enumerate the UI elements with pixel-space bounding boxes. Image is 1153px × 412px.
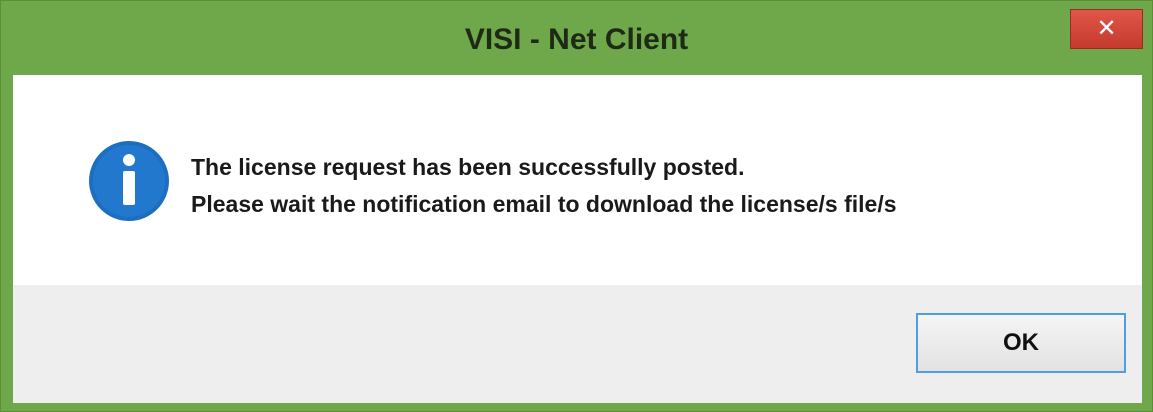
title-bar[interactable]: VISI - Net Client ✕	[1, 1, 1152, 75]
message-area: The license request has been successfull…	[13, 75, 1142, 285]
info-icon	[89, 141, 169, 221]
message-line-1: The license request has been successfull…	[191, 154, 745, 180]
close-icon: ✕	[1096, 14, 1117, 42]
close-button[interactable]: ✕	[1070, 9, 1143, 49]
ok-button[interactable]: OK	[916, 313, 1126, 373]
window-title: VISI - Net Client	[464, 23, 689, 56]
button-bar: OK	[13, 285, 1142, 403]
message-dialog: VISI - Net Client ✕ The license request …	[0, 0, 1153, 412]
message-text: The license request has been successfull…	[191, 149, 897, 223]
message-line-2: Please wait the notification email to do…	[191, 191, 897, 217]
